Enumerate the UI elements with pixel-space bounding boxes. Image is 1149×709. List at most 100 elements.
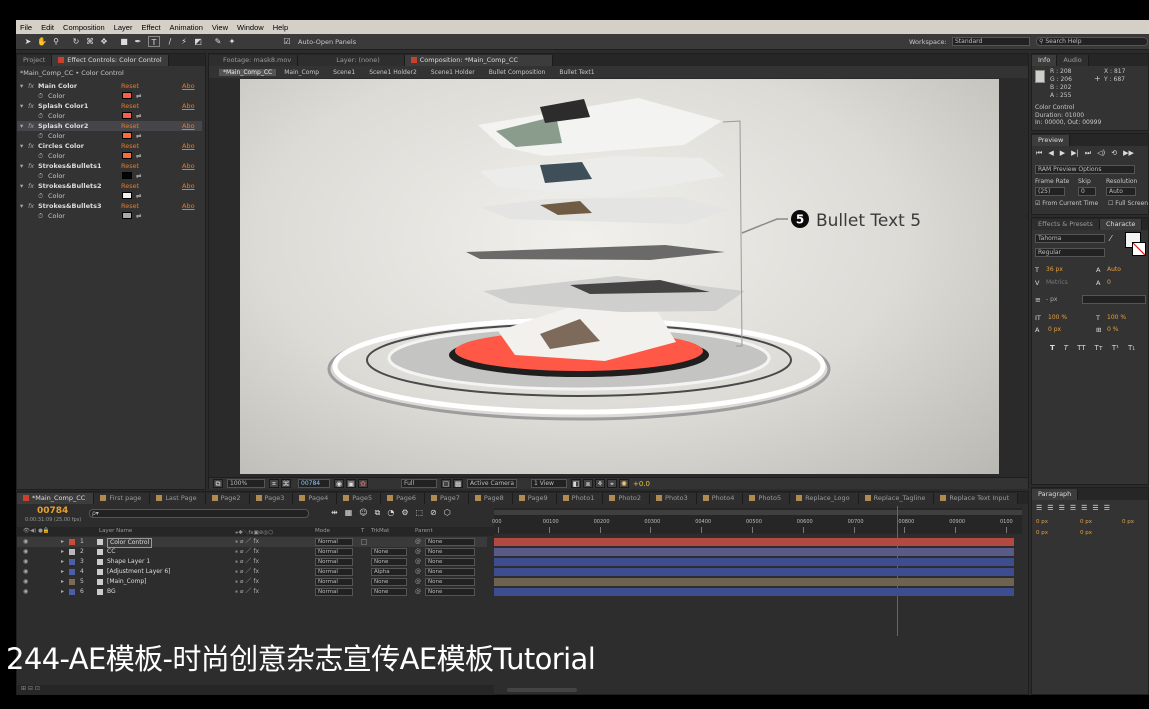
last-frame-icon[interactable]: ⏭ <box>1085 149 1091 158</box>
view-layout-select[interactable]: 1 View <box>531 479 567 488</box>
pickwhip-icon[interactable]: @ <box>415 567 421 577</box>
pickwhip-icon[interactable]: @ <box>415 547 421 557</box>
fx-icon[interactable]: fx <box>28 181 34 191</box>
exposure-value[interactable]: +0.0 <box>633 480 650 488</box>
pickwhip-icon[interactable]: @ <box>415 557 421 567</box>
stopwatch-icon[interactable]: ⏱ <box>38 211 43 221</box>
breadcrumb-main-comp[interactable]: Main_Comp <box>278 69 325 76</box>
label-color[interactable] <box>69 559 75 565</box>
indent-left-value[interactable]: 0 px <box>1036 519 1048 525</box>
superscript-button[interactable]: T¹ <box>1112 344 1119 352</box>
stroke-width-value[interactable]: - px <box>1046 296 1057 303</box>
breadcrumb-scene1-holder2[interactable]: Scene1 Holder2 <box>363 69 423 76</box>
layer-duration-bar[interactable] <box>494 538 1014 546</box>
indent-right-value[interactable]: 0 px <box>1080 519 1092 525</box>
brush-tool-icon[interactable]: / <box>164 36 176 47</box>
faux-bold-button[interactable]: T <box>1050 344 1055 352</box>
breadcrumb-scene1[interactable]: Scene1 <box>327 69 361 76</box>
effect-reset-link[interactable]: Reset <box>121 101 139 111</box>
layer-trkmat-select[interactable]: None <box>371 558 407 566</box>
eyedropper-icon[interactable]: ⇌ <box>136 131 141 141</box>
fx-icon[interactable]: fx <box>28 201 34 211</box>
layer-switches-icon[interactable]: ⁎ ⌀ ／ fx <box>235 587 259 597</box>
first-frame-icon[interactable]: ⏮ <box>1036 149 1042 158</box>
type-tool-icon[interactable]: T <box>148 36 160 47</box>
eye-icon[interactable]: ◉ <box>23 587 28 597</box>
layer-mode-select[interactable]: Normal <box>315 568 353 576</box>
selection-tool-icon[interactable]: ➤ <box>22 36 34 47</box>
twirl-icon[interactable]: ▸ <box>61 537 64 547</box>
frame-blending-icon[interactable]: ⧉ <box>375 508 381 518</box>
search-help-input[interactable]: ⚲ Search Help <box>1036 37 1148 46</box>
justify-last-center-icon[interactable]: ☰ <box>1081 504 1087 512</box>
twirl-icon[interactable]: ▸ <box>61 547 64 557</box>
column-mode[interactable]: Mode <box>315 528 330 534</box>
effect-row[interactable]: ▾ fx Main Color Reset Abo <box>17 81 202 91</box>
stopwatch-icon[interactable]: ⏱ <box>38 151 43 161</box>
timeline-icon[interactable]: ⚘ <box>595 479 605 488</box>
effect-row[interactable]: ▾ fx Strokes&Bullets3 Reset Abo <box>17 201 202 211</box>
breadcrumb-bullet-text1[interactable]: Bullet Text1 <box>553 69 600 76</box>
eye-icon[interactable]: ◉ <box>23 557 28 567</box>
layer-row[interactable]: ◉ ▸ 6 BG ⁎ ⌀ ／ fx Normal None @ None <box>17 587 487 597</box>
stopwatch-icon[interactable]: ⏱ <box>38 191 43 201</box>
stroke-style-select[interactable] <box>1082 295 1146 304</box>
zoom-select[interactable]: 100% <box>227 479 265 488</box>
eyedropper-icon[interactable]: ⇌ <box>136 111 141 121</box>
font-family-select[interactable]: Tahoma <box>1035 234 1105 243</box>
layer-trkmat-select[interactable]: None <box>371 548 407 556</box>
effect-about-link[interactable]: Abo <box>182 161 195 171</box>
eyedropper-icon[interactable]: ⇌ <box>136 151 141 161</box>
skip-field[interactable]: 0 <box>1078 187 1096 196</box>
color-swatch[interactable] <box>122 192 132 199</box>
layer-trkmat-select[interactable]: None <box>371 588 407 596</box>
vertical-scale-value[interactable]: 100 % <box>1048 314 1067 321</box>
expand-triangle-icon[interactable]: ▾ <box>20 81 23 91</box>
label-color[interactable] <box>69 549 75 555</box>
effect-about-link[interactable]: Abo <box>182 121 195 131</box>
motion-blur-icon[interactable]: ◔ <box>387 508 394 518</box>
timeline-tab[interactable]: *Main_Comp_CC <box>17 493 95 504</box>
menu-window[interactable]: Window <box>237 23 264 32</box>
layer-row[interactable]: ◉ ▸ 4 [Adjustment Layer 6] ⁎ ⌀ ／ fx Normal Alp… <box>17 567 487 577</box>
breadcrumb-bullet-composition[interactable]: Bullet Composition <box>483 69 552 76</box>
twirl-icon[interactable]: ▸ <box>61 577 64 587</box>
color-swatch[interactable] <box>122 92 132 99</box>
breadcrumb-main-comp-cc[interactable]: *Main_Comp_CC <box>219 68 277 76</box>
label-color[interactable] <box>69 569 75 575</box>
auto-open-checkbox-icon[interactable]: ☑ <box>281 36 293 47</box>
toggle-switches-icon[interactable]: ⊞ ⊟ ⊡ <box>21 685 40 692</box>
layer-trkmat-select[interactable]: None <box>371 578 407 586</box>
rotate-tool-icon[interactable]: ↻ <box>70 36 82 47</box>
snapshot-icon[interactable]: ◉ <box>334 479 344 488</box>
pickwhip-icon[interactable]: @ <box>415 587 421 597</box>
flowchart-icon[interactable]: ⌖ <box>607 479 617 488</box>
eraser-tool-icon[interactable]: ◩ <box>192 36 204 47</box>
layer-parent-select[interactable]: None <box>425 558 475 566</box>
timeline-tab[interactable]: Page8 <box>468 493 513 504</box>
tsume-value[interactable]: 0 % <box>1107 326 1118 333</box>
layer-row[interactable]: ◉ ▸ 1 Color Control ⁎ ⌀ ／ fx Normal @ None <box>17 537 487 548</box>
pickwhip-icon[interactable]: @ <box>415 537 421 547</box>
eyedropper-icon[interactable]: ⁄ <box>1110 234 1111 243</box>
stopwatch-icon[interactable]: ⏱ <box>38 131 43 141</box>
column-layer-name[interactable]: Layer Name <box>99 528 132 534</box>
layer-mode-select[interactable]: Normal <box>315 548 353 556</box>
timeline-tab[interactable]: Replace_Logo <box>790 493 859 504</box>
color-swatch[interactable] <box>122 112 132 119</box>
tracking-value[interactable]: 0 <box>1107 279 1111 286</box>
expand-triangle-icon[interactable]: ▾ <box>20 161 23 171</box>
eyedropper-icon[interactable]: ⇌ <box>136 91 141 101</box>
justify-all-icon[interactable]: ☰ <box>1104 504 1110 512</box>
layer-switches-icon[interactable]: ⁎ ⌀ ／ fx <box>235 557 259 567</box>
color-swatch[interactable] <box>122 152 132 159</box>
timeline-search-input[interactable]: ρ▾ <box>89 509 309 518</box>
eyedropper-icon[interactable]: ⇌ <box>136 211 141 221</box>
column-t[interactable]: T <box>361 528 364 534</box>
tab-footage[interactable]: Footage: mask8.mov <box>209 55 299 66</box>
layer-parent-select[interactable]: None <box>425 588 475 596</box>
column-parent[interactable]: Parent <box>415 528 433 534</box>
label-color[interactable] <box>69 579 75 585</box>
layer-mode-select[interactable]: Normal <box>315 538 353 546</box>
timeline-tab[interactable]: Photo2 <box>603 493 651 504</box>
